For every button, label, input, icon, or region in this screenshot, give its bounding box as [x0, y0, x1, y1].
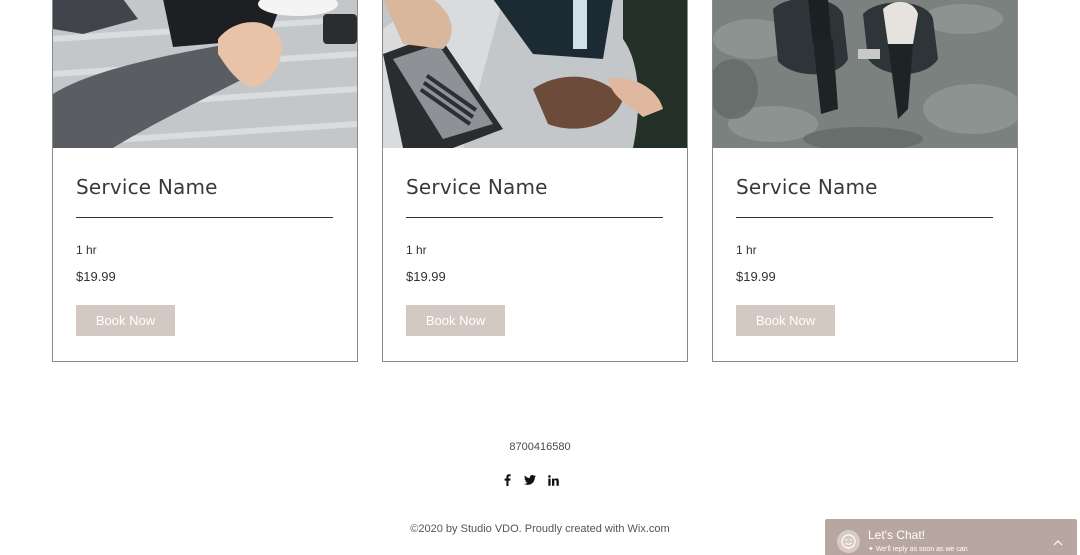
service-card: Service Name 1 hr $19.99 Book Now	[52, 0, 358, 362]
service-price: $19.99	[406, 269, 446, 284]
divider	[406, 217, 663, 218]
book-now-button[interactable]: Book Now	[736, 305, 835, 336]
service-image	[383, 0, 687, 148]
book-now-button[interactable]: Book Now	[76, 305, 175, 336]
service-duration: 1 hr	[406, 243, 427, 257]
social-links	[500, 472, 560, 488]
service-duration: 1 hr	[76, 243, 97, 257]
service-title: Service Name	[736, 175, 878, 199]
service-image	[713, 0, 1017, 148]
service-title: Service Name	[406, 175, 548, 199]
facebook-icon[interactable]	[500, 472, 514, 488]
service-price: $19.99	[76, 269, 116, 284]
sparkle-icon: ✦	[868, 546, 876, 553]
footer-phone: 8700416580	[509, 441, 571, 453]
service-card: Service Name 1 hr $19.99 Book Now	[712, 0, 1018, 362]
service-image	[53, 0, 357, 148]
chat-subtitle: ✦ We'll reply as soon as we can	[868, 546, 968, 553]
service-price: $19.99	[736, 269, 776, 284]
twitter-icon[interactable]	[523, 472, 537, 488]
divider	[76, 217, 333, 218]
service-duration: 1 hr	[736, 243, 757, 257]
linkedin-icon[interactable]	[546, 472, 560, 488]
service-title: Service Name	[76, 175, 218, 199]
service-card: Service Name 1 hr $19.99 Book Now	[382, 0, 688, 362]
divider	[736, 217, 993, 218]
chevron-up-icon[interactable]	[1053, 533, 1063, 551]
book-now-button[interactable]: Book Now	[406, 305, 505, 336]
chat-widget[interactable]: Let's Chat! ✦ We'll reply as soon as we …	[825, 519, 1077, 555]
chat-title: Let's Chat!	[868, 528, 925, 542]
chat-smiley-icon	[837, 530, 860, 553]
services-grid: Service Name 1 hr $19.99 Book Now Servic…	[0, 0, 1080, 362]
